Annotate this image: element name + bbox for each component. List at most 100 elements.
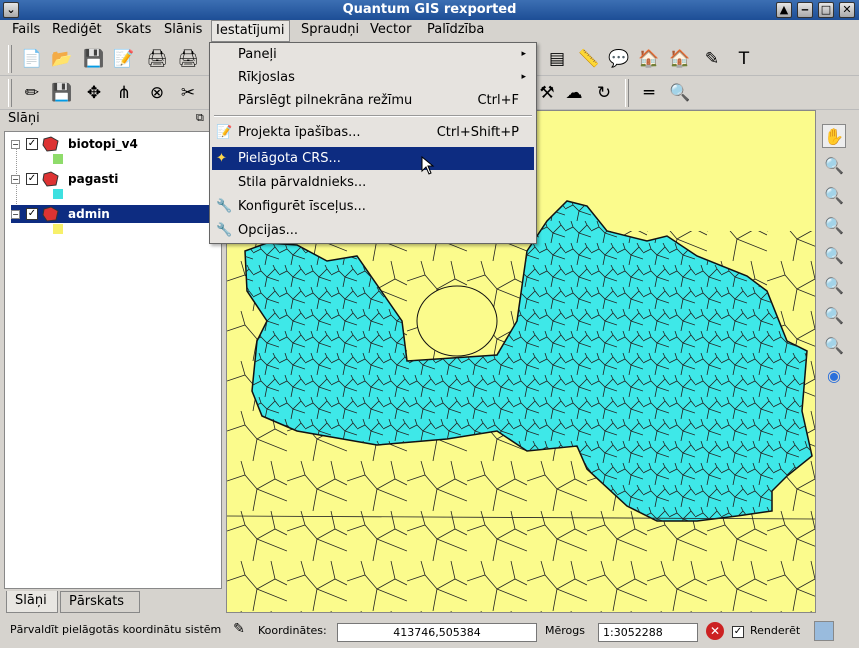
print-icon[interactable]: 🖨 — [176, 47, 200, 71]
layer-row-pagasti[interactable]: − ✓ pagasti — [11, 170, 120, 188]
polygon-layer-icon — [42, 206, 59, 222]
status-message: Pārvaldīt pielāgotās koordinātu sistēmas — [10, 623, 222, 636]
zoom-out-icon[interactable]: 🔍 — [822, 184, 846, 208]
scale-field[interactable]: 1:3052288 — [598, 623, 698, 642]
collapse-icon[interactable]: − — [11, 139, 20, 149]
zoom-in-icon[interactable]: 🔍 — [822, 154, 846, 178]
menu-item-label: Paneļi — [238, 47, 277, 62]
layer-name: admin — [68, 207, 110, 221]
text-annotation-icon[interactable]: T — [732, 47, 756, 71]
menu-item-panels[interactable]: Paneļi ▸ — [212, 43, 534, 66]
layers-tree[interactable]: − ✓ biotopi_v4 − ✓ pagasti − ✓ admin — [4, 131, 222, 589]
menu-item-custom-crs[interactable]: ✦ Pielāgota CRS... — [212, 147, 534, 170]
map-tips-icon[interactable]: 💬 — [607, 47, 631, 71]
toolbar-grip[interactable] — [625, 79, 629, 107]
home-bookmark-icon[interactable]: 🏠 — [637, 47, 661, 71]
save-edits-icon[interactable]: 💾 — [50, 81, 74, 105]
render-checkbox[interactable]: ✓ — [732, 626, 744, 638]
node-tool-icon[interactable]: ⋔ — [112, 81, 136, 105]
menu-item-shortcut: Ctrl+Shift+P — [436, 125, 519, 140]
spellcheck-icon[interactable]: ✎ — [700, 47, 724, 71]
new-project-icon[interactable]: 📄 — [20, 47, 44, 71]
coordinates-field[interactable]: 413746,505384 — [337, 623, 537, 642]
stop-render-icon[interactable]: ✕ — [706, 622, 724, 640]
layer-row-biotopi[interactable]: − ✓ biotopi_v4 — [11, 135, 140, 153]
minimize-icon[interactable]: ‒ — [797, 2, 813, 18]
layer-visibility-checkbox[interactable]: ✓ — [26, 208, 38, 220]
menu-item-toolbars[interactable]: Rīkjoslas ▸ — [212, 66, 534, 89]
mouse-cursor-icon — [421, 156, 435, 175]
menu-item-project-properties[interactable]: 📝 Projekta īpašības... Ctrl+Shift+P — [212, 121, 534, 144]
attribute-table-icon[interactable]: ▤ — [545, 47, 569, 71]
projection-icon[interactable] — [814, 621, 834, 641]
zoom-full-icon[interactable]: 🔍 — [822, 214, 846, 238]
zoom-layer-icon[interactable]: 🔍 — [822, 274, 846, 298]
toolbar-grip[interactable] — [8, 79, 12, 107]
layers-panel-header: Slāņi ⧉ — [0, 111, 222, 131]
menu-file[interactable]: Fails — [8, 20, 44, 42]
layer-symbol-swatch — [53, 224, 63, 234]
collapse-icon[interactable]: − — [11, 209, 20, 219]
window-menu-icon[interactable]: ⌄ — [3, 2, 19, 18]
menu-item-label: Rīkjoslas — [238, 70, 295, 85]
close-icon[interactable]: ✕ — [839, 2, 855, 18]
new-bookmark-icon[interactable]: 🏠 — [668, 47, 692, 71]
shade-window-icon[interactable]: ▲ — [776, 2, 792, 18]
menu-separator — [214, 115, 532, 117]
layer-row-admin[interactable]: − ✓ admin — [11, 205, 213, 223]
measure-line-icon[interactable]: 📏 — [577, 47, 601, 71]
layer-visibility-checkbox[interactable]: ✓ — [26, 138, 38, 150]
float-panel-icon[interactable]: ⧉ — [196, 111, 204, 125]
menu-plugins[interactable]: Spraudņi — [297, 20, 363, 42]
status-bar: Pārvaldīt pielāgotās koordinātu sistēmas… — [0, 618, 859, 648]
menu-item-style-manager[interactable]: Stila pārvaldnieks... — [212, 171, 534, 194]
menu-layer[interactable]: Slānis — [160, 20, 206, 42]
menu-item-configure-shortcuts[interactable]: 🔧 Konfigurēt īsceļus... — [212, 195, 534, 218]
title-bar: ⌄ Quantum GIS rexported ▲ ‒ □ ✕ — [0, 0, 859, 20]
menu-bar: Fails Rediģēt Skats Slānis Iestatījumi S… — [0, 20, 859, 42]
zoom-selection-icon[interactable]: 🔍 — [822, 244, 846, 268]
save-as-icon[interactable]: 📝 — [112, 47, 136, 71]
wrench-icon: 🔧 — [216, 199, 233, 214]
identify-icon[interactable]: ☁ — [562, 81, 586, 105]
refresh-icon[interactable]: ↻ — [592, 81, 616, 105]
menu-settings[interactable]: Iestatījumi — [211, 20, 290, 42]
layer-visibility-checkbox[interactable]: ✓ — [26, 173, 38, 185]
cut-features-icon[interactable]: ✂ — [176, 81, 200, 105]
open-project-icon[interactable]: 📂 — [50, 47, 74, 71]
custom-crs-icon: ✦ — [216, 151, 227, 166]
menu-item-fullscreen[interactable]: Pārslēgt pilnekrāna režīmu Ctrl+F — [212, 89, 534, 112]
tab-overview[interactable]: Pārskats — [60, 591, 140, 613]
toggle-editing-icon[interactable]: ✏ — [20, 81, 44, 105]
menu-help[interactable]: Palīdzība — [423, 20, 488, 42]
layer-name: pagasti — [68, 172, 119, 186]
collapse-icon[interactable]: − — [11, 174, 20, 184]
menu-view[interactable]: Skats — [112, 20, 155, 42]
save-project-icon[interactable]: 💾 — [82, 47, 106, 71]
polygon-layer-icon — [42, 171, 59, 187]
pan-hand-icon[interactable]: ✋ — [822, 124, 846, 148]
measure-icon[interactable]: ═ — [637, 81, 661, 105]
refresh-map-icon[interactable]: ◉ — [822, 364, 846, 388]
submenu-arrow-icon: ▸ — [521, 72, 526, 82]
coordinates-label: Koordinātes: — [258, 624, 327, 637]
zoom-next-icon[interactable]: 🔍 — [822, 334, 846, 358]
polygon-layer-icon — [42, 136, 59, 152]
maximize-icon[interactable]: □ — [818, 2, 834, 18]
menu-item-options[interactable]: 🔧 Opcijas... — [212, 219, 534, 242]
move-feature-icon[interactable]: ✥ — [82, 81, 106, 105]
zoom-last-icon[interactable]: 🔍 — [822, 304, 846, 328]
crs-status-icon[interactable]: ✎ — [228, 621, 250, 643]
tab-layers[interactable]: Slāņi — [6, 591, 58, 613]
delete-selected-icon[interactable]: ⊗ — [145, 81, 169, 105]
menu-vector[interactable]: Vector — [366, 20, 415, 42]
submenu-arrow-icon: ▸ — [521, 49, 526, 59]
zoom-select-icon[interactable]: 🔍 — [668, 81, 692, 105]
window-title: Quantum GIS rexported — [342, 2, 517, 17]
map-navigation-toolbar: ✋ 🔍 🔍 🔍 🔍 🔍 🔍 🔍 ◉ — [818, 110, 850, 510]
pan-map-icon[interactable]: ⚒ — [535, 81, 559, 105]
menu-item-label: Pārslēgt pilnekrāna režīmu — [238, 93, 413, 108]
toolbar-grip[interactable] — [8, 45, 12, 73]
menu-edit[interactable]: Rediģēt — [48, 20, 106, 42]
print-composer-icon[interactable]: 🖨 — [145, 47, 169, 71]
